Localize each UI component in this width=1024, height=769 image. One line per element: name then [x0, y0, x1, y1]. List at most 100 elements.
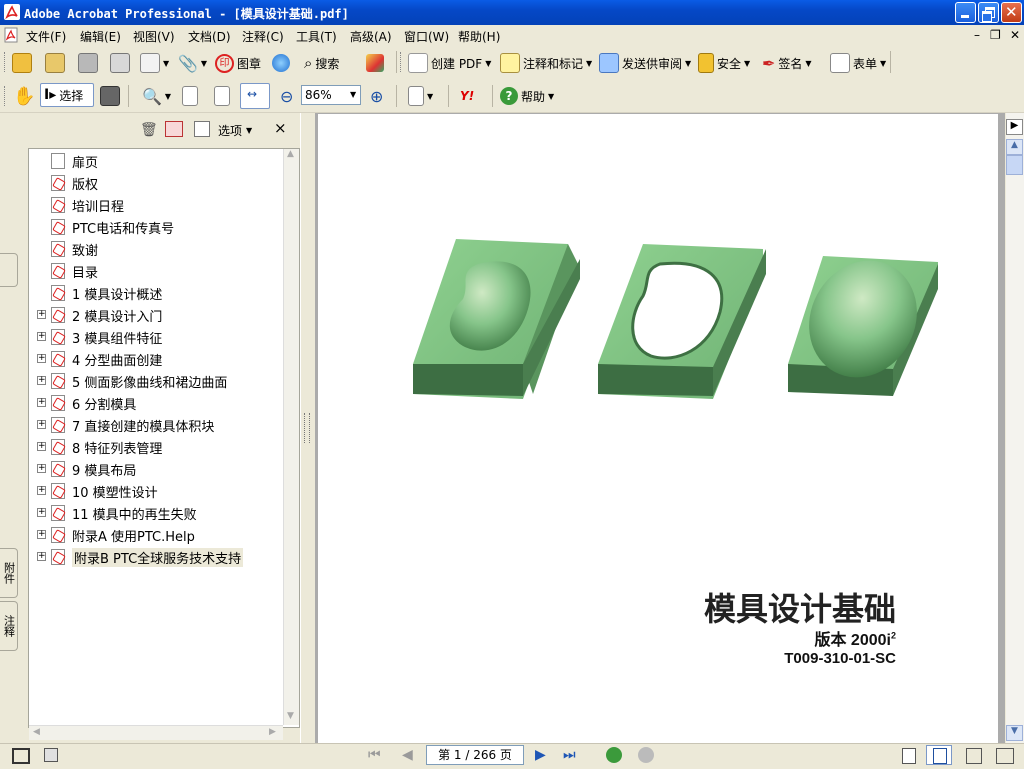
new-bookmark-icon[interactable]	[165, 121, 183, 137]
scroll-up-icon[interactable]: ▲	[287, 149, 294, 159]
menu-help[interactable]: 帮助(H)	[458, 28, 500, 45]
expand-icon[interactable]: +	[37, 508, 46, 517]
zoom-in-tool-button[interactable]: 🔍 ▼	[142, 80, 171, 112]
zoom-out-button[interactable]: ⊖	[280, 80, 293, 112]
search-button[interactable]: ⌕ 搜索	[304, 46, 339, 80]
tree-vertical-scrollbar[interactable]: ▲ ▼	[283, 149, 299, 725]
snapshot-button[interactable]	[100, 80, 120, 112]
rotate-button[interactable]: ▼	[408, 80, 433, 112]
menu-comments[interactable]: 注释(C)	[242, 28, 284, 45]
bookmark-item[interactable]: 致谢	[31, 239, 271, 259]
expand-icon[interactable]: +	[37, 486, 46, 495]
pdf-page[interactable]: 模具设计基础 版本 2000i2 T009-310-01-SC	[318, 114, 998, 744]
single-page-icon[interactable]	[902, 748, 916, 764]
options-menu[interactable]: 选项 ▼	[218, 122, 252, 139]
tab-bookmarks[interactable]	[0, 253, 18, 287]
web-button[interactable]	[272, 46, 290, 80]
expand-icon[interactable]: +	[37, 530, 46, 539]
bookmark-item[interactable]: +8 特征列表管理	[31, 437, 271, 457]
close-button[interactable]: ✕	[1001, 2, 1022, 23]
bookmark-item[interactable]: +10 模塑性设计	[31, 481, 271, 501]
menu-file[interactable]: 文件(F)	[26, 28, 66, 45]
expand-icon[interactable]: +	[37, 398, 46, 407]
expand-icon[interactable]: +	[37, 332, 46, 341]
last-page-icon[interactable]: ⏭	[563, 747, 576, 763]
menu-view[interactable]: 视图(V)	[133, 28, 175, 45]
panel-splitter[interactable]	[300, 113, 316, 743]
hand-tool-button[interactable]: ✋	[13, 80, 35, 112]
comment-markup-button[interactable]: 注释和标记 ▼	[500, 46, 592, 80]
expand-icon[interactable]: +	[37, 552, 46, 561]
bookmark-item[interactable]: +3 模具组件特征	[31, 327, 271, 347]
full-screen-icon[interactable]	[12, 748, 30, 764]
expand-icon[interactable]: +	[37, 464, 46, 473]
bookmark-item[interactable]: +4 分型曲面创建	[31, 349, 271, 369]
document-vertical-scrollbar[interactable]: ▶ ▲ ▼	[1006, 113, 1024, 743]
expand-icon[interactable]: +	[37, 442, 46, 451]
fit-width-button[interactable]: ↔	[240, 83, 270, 109]
tab-attachments[interactable]: 附件	[0, 548, 18, 598]
minimize-button[interactable]	[955, 2, 976, 23]
bookmark-item[interactable]: 培训日程	[31, 195, 271, 215]
save-button[interactable]	[78, 46, 98, 80]
expand-icon[interactable]: +	[37, 354, 46, 363]
scroll-thumb[interactable]	[1006, 155, 1023, 175]
bookmark-item[interactable]: 版权	[31, 173, 271, 193]
bookmark-item[interactable]: +5 侧面影像曲线和裙边曲面	[31, 371, 271, 391]
menu-advanced[interactable]: 高级(A)	[350, 28, 392, 45]
scroll-down-icon[interactable]: ▼	[287, 711, 294, 721]
close-panel-button[interactable]: ×	[274, 119, 287, 137]
toolbar-grip[interactable]	[4, 52, 8, 72]
zoom-in-button[interactable]: ⊕	[370, 80, 383, 112]
bookmark-item[interactable]: +11 模具中的再生失败	[31, 503, 271, 523]
bookmark-item[interactable]: +7 直接创建的模具体积块	[31, 415, 271, 435]
bookmark-item[interactable]: +2 模具设计入门	[31, 305, 271, 325]
next-page-icon[interactable]: ▶	[535, 747, 546, 763]
yahoo-button[interactable]: Y!	[460, 80, 474, 112]
doc-close-button[interactable]: ✕	[1010, 28, 1020, 42]
bookmark-item[interactable]: 扉页	[31, 151, 271, 171]
menu-window[interactable]: 窗口(W)	[404, 28, 449, 45]
restore-button[interactable]	[978, 2, 999, 23]
tree-horizontal-scrollbar[interactable]: ◀ ▶	[29, 725, 283, 740]
bookmark-item[interactable]: +9 模具布局	[31, 459, 271, 479]
pane-arrow-icon[interactable]: ▶	[1006, 119, 1023, 135]
sign-button[interactable]: ✒ 签名 ▼	[762, 46, 812, 80]
scroll-up-icon[interactable]: ▲	[1006, 139, 1023, 155]
facing-pages-icon[interactable]	[966, 748, 982, 764]
print-button[interactable]	[110, 46, 130, 80]
doc-minimize-button[interactable]: –	[974, 28, 980, 42]
menu-document[interactable]: 文档(D)	[188, 28, 231, 45]
page-number-field[interactable]: 第 1 / 266 页	[426, 745, 524, 765]
continuous-page-button[interactable]	[926, 745, 952, 765]
menu-edit[interactable]: 编辑(E)	[80, 28, 121, 45]
previous-page-icon[interactable]: ◀	[402, 747, 413, 763]
go-back-icon[interactable]	[606, 747, 622, 763]
bookmark-item[interactable]: 目录	[31, 261, 271, 281]
bookmark-item[interactable]: + 附录A 使用PTC.Help	[31, 525, 271, 545]
title-bar[interactable]: Adobe Acrobat Professional - [模具设计基础.pdf…	[0, 0, 1024, 25]
create-pdf-button[interactable]: 创建 PDF ▼	[408, 46, 491, 80]
bookmark-item[interactable]: 1 模具设计概述	[31, 283, 271, 303]
expand-icon[interactable]: +	[37, 310, 46, 319]
pdf-optimizer-button[interactable]	[366, 46, 384, 80]
actual-size-button[interactable]	[182, 80, 198, 112]
trash-icon[interactable]: 🗑	[140, 122, 158, 138]
toolbar-grip[interactable]	[4, 86, 8, 106]
expand-icon[interactable]: +	[37, 376, 46, 385]
menu-tools[interactable]: 工具(T)	[296, 28, 337, 45]
bookmark-properties-icon[interactable]	[194, 121, 210, 137]
forms-button[interactable]: 表单 ▼	[830, 46, 886, 80]
email-button[interactable]: ▼	[140, 46, 169, 80]
zoom-select[interactable]: 86% ▼	[301, 85, 361, 105]
organizer-button[interactable]	[45, 46, 65, 80]
scroll-left-icon[interactable]: ◀	[33, 727, 40, 737]
go-forward-icon[interactable]	[638, 747, 654, 763]
toolbar-grip[interactable]	[400, 52, 404, 72]
doc-restore-button[interactable]: ❐	[990, 28, 1001, 42]
stamp-button[interactable]: 印 图章	[215, 46, 261, 80]
attach-button[interactable]: 📎 ▼	[178, 46, 207, 80]
bookmark-item[interactable]: +6 分割模具	[31, 393, 271, 413]
scroll-right-icon[interactable]: ▶	[269, 727, 276, 737]
send-review-button[interactable]: 发送供审阅 ▼	[599, 46, 691, 80]
